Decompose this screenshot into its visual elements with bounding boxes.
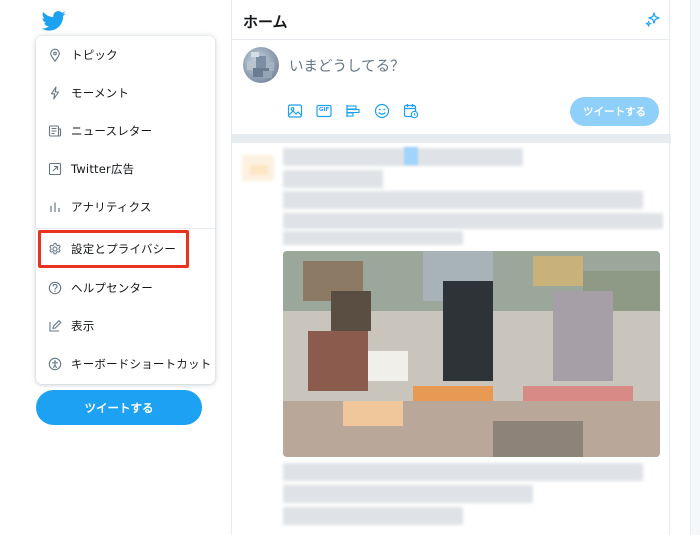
twitter-bird-icon[interactable] bbox=[42, 10, 66, 32]
menu-item-topics[interactable]: トピック bbox=[36, 36, 215, 74]
poll-icon[interactable] bbox=[345, 103, 361, 119]
menu-item-keyboard-shortcuts[interactable]: キーボードショートカット bbox=[36, 345, 215, 383]
help-icon bbox=[48, 281, 62, 295]
compose-box: GIF ツイートする bbox=[232, 40, 671, 134]
gif-icon[interactable]: GIF bbox=[316, 103, 332, 119]
blurred-text bbox=[283, 231, 463, 245]
compose-tweet-button[interactable]: ツイートする bbox=[570, 97, 659, 126]
menu-item-label: キーボードショートカット bbox=[71, 357, 212, 371]
tweet-card-blurred[interactable] bbox=[232, 143, 671, 535]
sparkle-icon[interactable] bbox=[644, 11, 662, 29]
menu-item-label: Twitter広告 bbox=[71, 162, 135, 176]
menu-item-label: モーメント bbox=[71, 86, 130, 100]
schedule-icon[interactable] bbox=[403, 103, 419, 119]
menu-item-settings-privacy[interactable]: 設定とプライバシー bbox=[36, 230, 215, 268]
display-icon bbox=[48, 319, 62, 333]
blurred-text bbox=[283, 213, 663, 229]
blurred-photo[interactable] bbox=[283, 251, 660, 457]
blurred-text bbox=[283, 463, 643, 481]
blurred-text bbox=[283, 191, 643, 209]
emoji-icon[interactable] bbox=[374, 103, 390, 119]
menu-item-newsletters[interactable]: ニュースレター bbox=[36, 112, 215, 150]
tweet-button[interactable]: ツイートする bbox=[36, 390, 202, 425]
menu-item-label: ヘルプセンター bbox=[71, 281, 153, 295]
menu-item-label: トピック bbox=[71, 48, 118, 62]
divider bbox=[232, 134, 671, 143]
blurred-highlight bbox=[404, 147, 418, 165]
menu-item-display[interactable]: 表示 bbox=[36, 307, 215, 345]
right-column-edge bbox=[690, 0, 700, 535]
main-column: ホーム GIF bbox=[231, 0, 671, 535]
external-link-icon bbox=[48, 162, 62, 176]
blurred-text bbox=[283, 485, 533, 503]
gear-icon bbox=[48, 242, 62, 256]
menu-item-analytics[interactable]: アナリティクス bbox=[36, 188, 215, 226]
page-title: ホーム bbox=[243, 13, 288, 31]
accessibility-icon bbox=[48, 357, 62, 371]
compose-input[interactable] bbox=[289, 56, 589, 78]
menu-divider bbox=[36, 228, 215, 229]
menu-item-twitter-ads[interactable]: Twitter広告 bbox=[36, 150, 215, 188]
header: ホーム bbox=[232, 0, 671, 40]
menu-item-label: 設定とプライバシー bbox=[71, 242, 177, 256]
gif-label: GIF bbox=[318, 107, 330, 113]
avatar[interactable] bbox=[243, 47, 279, 83]
blurred-text bbox=[283, 148, 523, 166]
image-icon[interactable] bbox=[287, 103, 303, 119]
menu-item-help-center[interactable]: ヘルプセンター bbox=[36, 269, 215, 307]
menu-item-label: アナリティクス bbox=[71, 200, 152, 214]
blurred-text bbox=[283, 507, 463, 525]
blurred-text bbox=[283, 170, 383, 188]
topic-icon bbox=[48, 48, 62, 62]
newsletter-icon bbox=[48, 124, 62, 138]
blurred-avatar-accent bbox=[250, 165, 268, 175]
menu-item-label: ニュースレター bbox=[71, 124, 153, 138]
menu-item-label: 表示 bbox=[71, 319, 95, 333]
more-menu: トピック モーメント ニュースレター Twitter広告 アナリティクス 設定と… bbox=[36, 36, 215, 384]
menu-item-moments[interactable]: モーメント bbox=[36, 74, 215, 112]
moment-icon bbox=[48, 86, 62, 100]
analytics-icon bbox=[48, 200, 62, 214]
